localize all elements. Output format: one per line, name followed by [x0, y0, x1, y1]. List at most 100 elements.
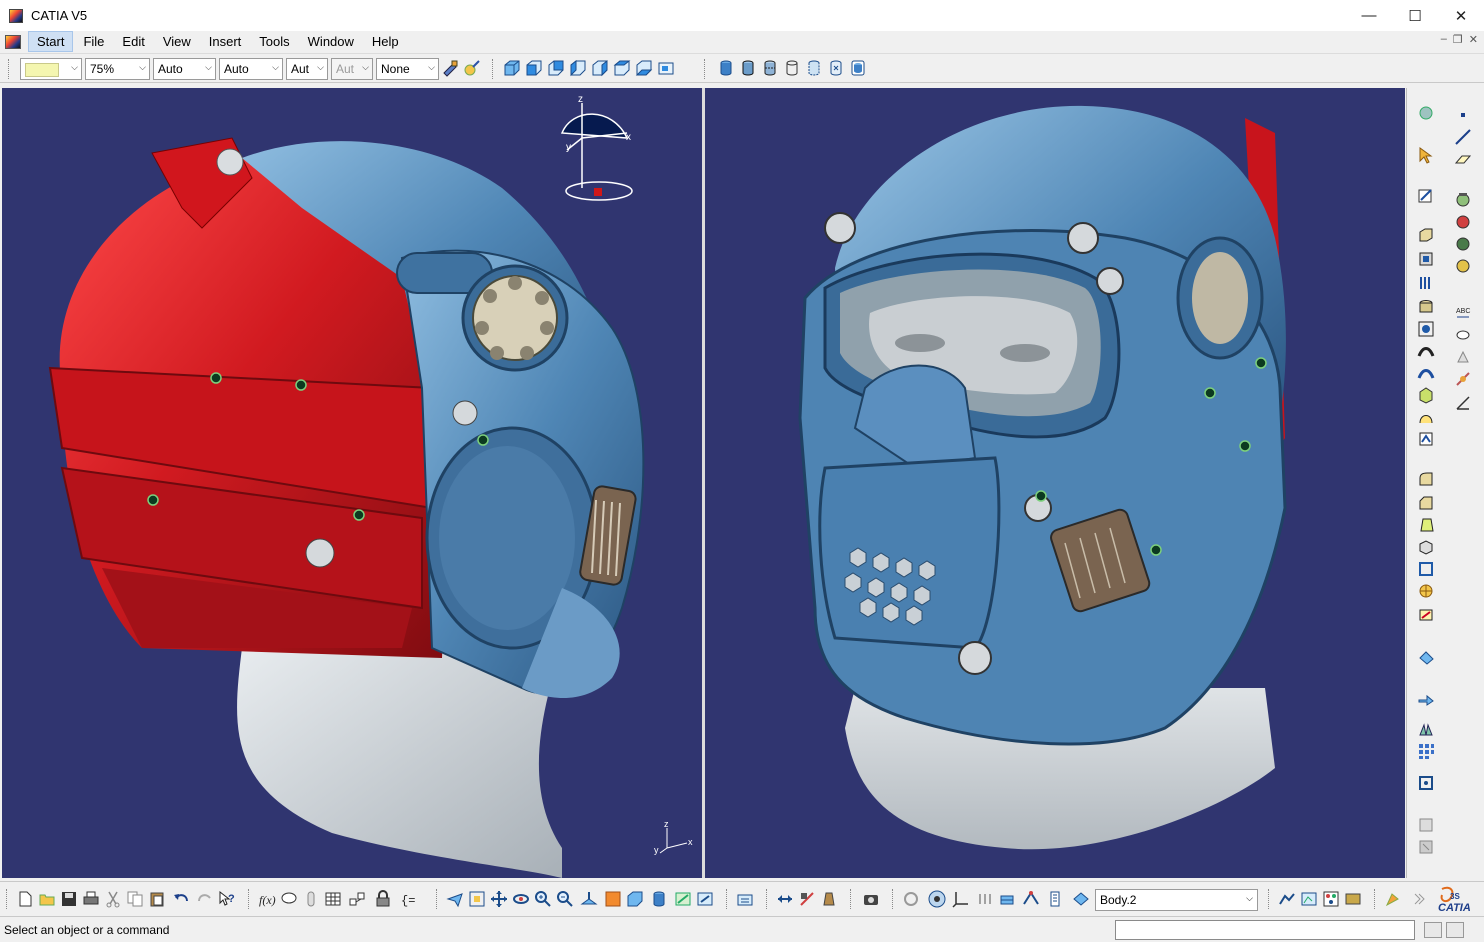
workbench-icon[interactable]	[1384, 890, 1402, 908]
update-icon[interactable]	[736, 890, 754, 908]
toolbar-overflow-icon[interactable]	[1410, 890, 1428, 908]
color-combo[interactable]: ⌵	[20, 58, 82, 80]
pad-icon[interactable]	[1417, 226, 1435, 244]
wireframe-icon[interactable]	[783, 59, 801, 77]
measure-inertia-icon[interactable]	[820, 890, 838, 908]
doc-close-icon[interactable]: ✕	[1469, 33, 1478, 46]
slot-icon[interactable]	[1417, 364, 1435, 382]
apply-material-gold-icon[interactable]	[1454, 256, 1472, 274]
toolbar-grip[interactable]	[850, 889, 852, 909]
pan-icon[interactable]	[490, 890, 508, 908]
normal-view-icon[interactable]	[580, 890, 598, 908]
render-environment-icon[interactable]	[1278, 890, 1296, 908]
painter-icon[interactable]	[441, 59, 459, 77]
groove-icon[interactable]	[1417, 298, 1435, 316]
point-icon[interactable]	[1454, 106, 1472, 124]
compass-widget[interactable]	[560, 103, 633, 201]
save-icon[interactable]	[60, 890, 78, 908]
capture-icon[interactable]	[862, 890, 880, 908]
minimize-button[interactable]: —	[1346, 0, 1392, 31]
iso-view-icon[interactable]	[503, 59, 521, 77]
flag-note-icon[interactable]	[1454, 326, 1472, 344]
measure-between-icon[interactable]	[776, 890, 794, 908]
reference-element-icon[interactable]	[976, 890, 994, 908]
zoom-in-icon[interactable]	[534, 890, 552, 908]
viewport-side-view[interactable]: z x y x z y	[2, 88, 702, 878]
menu-help[interactable]: Help	[364, 32, 407, 51]
catalog-icon[interactable]	[348, 890, 366, 908]
compass-manipulation-icon[interactable]	[928, 890, 946, 908]
doc-minimize-icon[interactable]: –	[1441, 33, 1447, 46]
rectangular-pattern-icon[interactable]	[1417, 742, 1435, 760]
left-view-icon[interactable]	[569, 59, 587, 77]
line-icon[interactable]	[1454, 128, 1472, 146]
power-input-field[interactable]	[1115, 920, 1415, 940]
customize-view-icon[interactable]	[827, 59, 845, 77]
toolbar-grip[interactable]	[704, 59, 706, 79]
rib-icon[interactable]	[1417, 342, 1435, 360]
transparency-combo[interactable]: 75% ⌵	[85, 58, 150, 80]
toolbar-grip[interactable]	[492, 59, 494, 79]
toolbar-grip[interactable]	[6, 889, 8, 909]
loft-icon[interactable]	[1417, 408, 1435, 426]
pocket-icon[interactable]	[1417, 250, 1435, 268]
line-thickness-combo[interactable]: Auto ⌵	[153, 58, 216, 80]
status-options-button[interactable]	[1446, 922, 1464, 938]
viewport-front-view[interactable]	[705, 88, 1405, 878]
zoom-out-icon[interactable]	[556, 890, 574, 908]
document-icon[interactable]	[5, 34, 21, 49]
open-icon[interactable]	[38, 890, 56, 908]
sketch-icon[interactable]	[1417, 186, 1435, 204]
translation-icon[interactable]	[1417, 688, 1435, 706]
print-icon[interactable]	[82, 890, 100, 908]
iso-view-icon[interactable]	[626, 890, 644, 908]
properties-icon[interactable]	[463, 59, 481, 77]
measure-icon[interactable]	[1417, 774, 1435, 792]
toolbar-grip[interactable]	[248, 889, 250, 909]
shell-icon[interactable]	[1417, 538, 1435, 556]
paste-icon[interactable]	[148, 890, 166, 908]
front-view-icon[interactable]	[525, 59, 543, 77]
redo-icon[interactable]	[196, 890, 214, 908]
status-toggle-button[interactable]	[1424, 922, 1442, 938]
toolbar-grip[interactable]	[1374, 889, 1376, 909]
comment-icon[interactable]	[280, 890, 298, 908]
fly-mode-icon[interactable]	[446, 890, 464, 908]
axis-system-icon[interactable]	[952, 890, 970, 908]
shading-edges-hidden-icon[interactable]	[761, 59, 779, 77]
material-view-icon[interactable]	[849, 59, 867, 77]
body-selector[interactable]: Body.2 ⌵	[1095, 889, 1258, 911]
line-type-combo[interactable]: Auto ⌵	[219, 58, 283, 80]
close-button[interactable]: ✕	[1438, 0, 1484, 31]
layer-combo[interactable]: None ⌵	[376, 58, 439, 80]
refresh-icon[interactable]	[902, 890, 920, 908]
scene-editor-icon[interactable]	[1300, 890, 1318, 908]
measure-angle-icon[interactable]	[1454, 394, 1472, 412]
remove-face-icon[interactable]	[1417, 606, 1435, 624]
toolbar-grip[interactable]	[892, 889, 894, 909]
split-icon[interactable]	[1417, 648, 1435, 666]
copy-icon[interactable]	[126, 890, 144, 908]
shading-edges-icon[interactable]	[739, 59, 757, 77]
remove-loft-icon[interactable]	[1417, 430, 1435, 448]
insert-body-icon[interactable]	[1046, 890, 1064, 908]
toolbar-grip[interactable]	[1268, 889, 1270, 909]
design-table-icon[interactable]	[324, 890, 342, 908]
select-arrow-icon[interactable]	[1417, 146, 1435, 164]
annotation-text-icon[interactable]: ABC	[1454, 304, 1472, 322]
menu-tools[interactable]: Tools	[251, 32, 297, 51]
toolbar-grip[interactable]	[726, 889, 728, 909]
rotate-icon[interactable]	[512, 890, 530, 908]
assemble-icon[interactable]	[1417, 816, 1435, 834]
apply-material-icon[interactable]	[1454, 190, 1472, 208]
stiffener-icon[interactable]	[1417, 386, 1435, 404]
menu-view[interactable]: View	[155, 32, 199, 51]
apply-material-red-icon[interactable]	[1454, 212, 1472, 230]
product-structure-icon[interactable]	[998, 890, 1016, 908]
hole-icon[interactable]	[1417, 320, 1435, 338]
scan-icon[interactable]	[1022, 890, 1040, 908]
toolbar-grip[interactable]	[766, 889, 768, 909]
lock-icon[interactable]	[374, 890, 392, 908]
knowledge-icon[interactable]	[302, 890, 320, 908]
doc-restore-icon[interactable]: ❐	[1453, 33, 1463, 46]
